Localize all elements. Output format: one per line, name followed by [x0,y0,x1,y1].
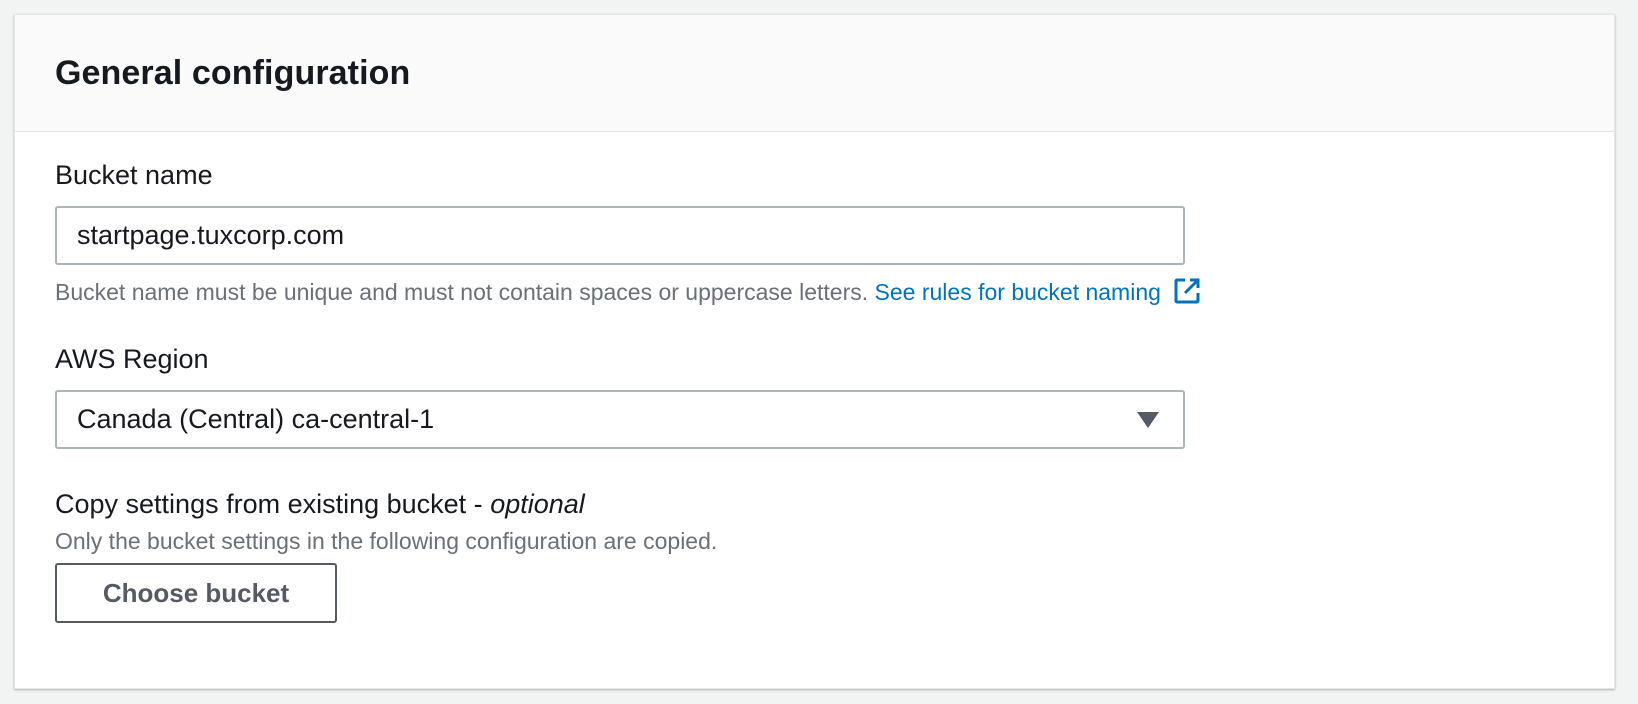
caret-down-icon [1137,412,1159,428]
bucket-naming-rules-link[interactable]: See rules for bucket naming [874,278,1202,305]
copy-settings-description: Only the bucket settings in the followin… [55,528,718,554]
bucket-name-hint: Bucket name must be unique and must not … [55,277,1201,306]
panel-header: General configuration [15,15,1614,132]
general-configuration-panel: General configuration Bucket name Bucket… [14,14,1615,689]
bucket-name-label: Bucket name [55,160,213,190]
choose-bucket-button[interactable]: Choose bucket [55,563,337,623]
bucket-name-hint-text: Bucket name must be unique and must not … [55,279,869,305]
external-link-icon [1174,278,1200,304]
optional-tag: optional [490,489,585,519]
copy-settings-label-text: Copy settings from existing bucket - [55,489,491,519]
aws-region-select[interactable]: Canada (Central) ca-central-1 [55,390,1185,449]
bucket-name-input[interactable] [55,206,1185,265]
copy-settings-label: Copy settings from existing bucket - opt… [55,489,585,520]
aws-region-label: AWS Region [55,344,209,374]
aws-region-selected: Canada (Central) ca-central-1 [77,404,435,434]
panel-title: General configuration [55,53,411,92]
bucket-naming-rules-link-label: See rules for bucket naming [874,279,1161,305]
